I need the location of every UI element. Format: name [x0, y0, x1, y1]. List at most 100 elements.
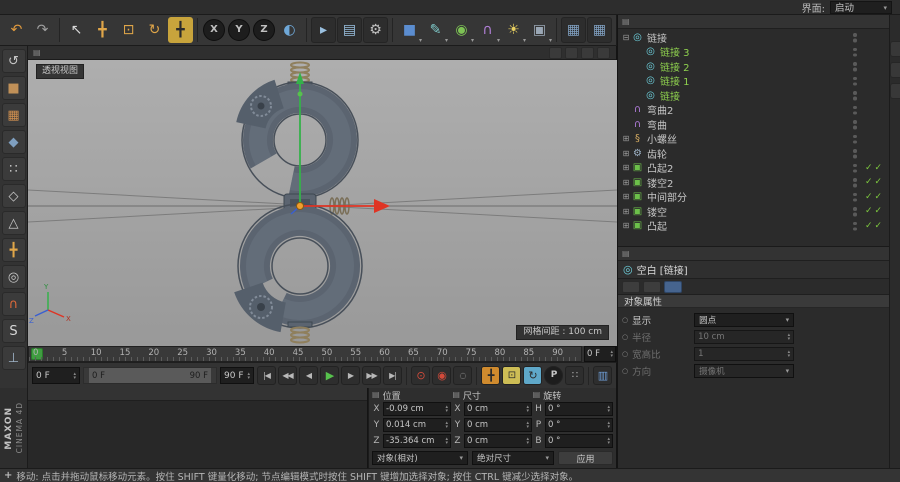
tree-item-cutout-2[interactable]: ⊞ ▣ 镂空2 ✓✓ [618, 175, 889, 190]
go-to-next-key-button[interactable]: ▶▶ [362, 366, 381, 385]
expand-icon[interactable]: ⊞ [621, 207, 631, 216]
tree-item-gear[interactable]: ⊞ ⚙ 齿轮 [618, 146, 889, 161]
animation-palette-button[interactable]: ▥ [593, 366, 612, 385]
lock-workplane-button[interactable]: ⊥ [1, 346, 26, 370]
stepper-icon[interactable] [247, 372, 250, 380]
render-picture-viewer-button[interactable]: ▤ ▾ [337, 17, 362, 43]
dock-tab-takes[interactable] [890, 41, 900, 57]
panel-menu-icon[interactable] [622, 248, 633, 259]
toolbar-separator[interactable]: ▾ [392, 18, 393, 42]
tab-object[interactable] [664, 280, 682, 293]
coord-mode-select[interactable]: 对象(相对) [372, 451, 468, 465]
rotation-h-field[interactable]: 0 ° [545, 402, 613, 416]
position-y-field[interactable]: 0.014 cm [383, 418, 451, 432]
expand-icon[interactable]: ⊞ [621, 134, 631, 143]
bend-deformer-button[interactable]: ∩ ▾ [475, 17, 500, 44]
preview-range-slider[interactable]: 0 F 90 F [83, 367, 217, 384]
visibility-dots-icon[interactable] [853, 222, 857, 231]
interface-select[interactable]: 启动 [830, 0, 892, 14]
zoom-view-icon[interactable] [565, 46, 578, 59]
stepper-icon[interactable] [73, 372, 76, 380]
undo-button[interactable]: ↶ ▾ [4, 17, 29, 43]
expand-icon[interactable]: ⊞ [621, 192, 631, 201]
timeline-ruler[interactable]: 0 5 10 15 20 25 30 35 40 45 50 55 60 65 70 75 80 85 90 [28, 346, 582, 362]
cube-primitive-button[interactable]: ■ ▾ [397, 17, 422, 44]
polygons-mode-button[interactable]: △ [1, 211, 26, 235]
coordinate-system-button[interactable]: ◐ ▾ [277, 17, 302, 43]
tree-item-link-child[interactable]: ◎ 链接 [618, 88, 889, 103]
object-origin-handle[interactable] [296, 202, 304, 210]
light-object-button[interactable]: ☀ ▾ [501, 17, 526, 44]
tree-item-middle-part[interactable]: ⊞ ▣ 中间部分 ✓✓ [618, 190, 889, 204]
expand-icon[interactable]: ⊞ [621, 149, 631, 158]
enable-checks[interactable]: ✓✓ [865, 192, 889, 202]
rotate-tool-button[interactable]: ↻ ▾ [142, 17, 167, 43]
record-parameter-toggle[interactable]: P [544, 366, 563, 385]
points-mode-button[interactable]: ∷ [1, 157, 26, 181]
go-to-end-button[interactable]: ▶| [383, 366, 402, 385]
start-frame-field[interactable]: 0 F [32, 367, 80, 384]
visibility-dots-icon[interactable] [853, 207, 857, 216]
render-view-button[interactable]: ▸ ▾ [311, 17, 336, 43]
dock-tab-content-browser[interactable] [890, 62, 900, 78]
transport-separator[interactable] [588, 366, 589, 385]
stepper-icon[interactable] [610, 350, 613, 358]
transport-separator[interactable] [406, 366, 407, 385]
tree-item-link-1[interactable]: ◎ 链接 1 [618, 74, 889, 88]
position-z-field[interactable]: -35.364 cm [383, 434, 451, 448]
quantize-mode-button[interactable]: S [1, 319, 26, 343]
lock-y-axis-button[interactable]: Y ▾ [228, 19, 250, 41]
record-position-toggle[interactable]: ╋ [481, 366, 500, 385]
expand-icon[interactable]: ⊞ [621, 178, 631, 187]
visibility-dots-icon[interactable] [853, 77, 857, 86]
tree-item-bend[interactable]: ∩ 弯曲 [618, 117, 889, 132]
size-z-field[interactable]: 0 cm [464, 434, 532, 448]
record-pla-toggle[interactable]: ∷ [565, 366, 584, 385]
tree-item-bulge[interactable]: ⊞ ▣ 凸起 ✓✓ [618, 219, 889, 233]
visibility-dots-icon[interactable] [853, 149, 857, 158]
visibility-dots-icon[interactable] [853, 33, 857, 42]
toolbar-separator[interactable]: ▾ [556, 18, 557, 42]
panel-menu-icon[interactable] [622, 16, 633, 27]
toolbar-separator[interactable]: ▾ [59, 18, 60, 42]
visibility-dots-icon[interactable] [853, 178, 857, 187]
visibility-dots-icon[interactable] [853, 120, 857, 129]
apply-button[interactable]: 应用 [558, 451, 613, 465]
end-frame-field[interactable]: 90 F [220, 367, 254, 384]
tree-item-link-2[interactable]: ◎ 链接 2 [618, 59, 889, 74]
position-x-field[interactable]: -0.09 cm [383, 402, 451, 416]
tree-item-link-3[interactable]: ◎ 链接 3 [618, 45, 889, 59]
edges-mode-button[interactable]: ◇ [1, 184, 26, 208]
tab-basic[interactable] [622, 280, 640, 293]
enable-checks[interactable]: ✓✓ [865, 177, 889, 187]
viewport-layout-2-button[interactable]: ▦ ▾ [587, 17, 612, 43]
enable-checks[interactable]: ✓✓ [865, 163, 889, 173]
expand-icon[interactable]: ⊟ [621, 33, 631, 42]
anim-dot-icon[interactable] [622, 314, 628, 325]
toolbar-separator[interactable]: ▾ [197, 18, 198, 42]
lock-z-axis-button[interactable]: Z ▾ [253, 19, 275, 41]
viewport-canvas[interactable]: Y X Z 透视视图 网格间距 : 100 cm [28, 60, 617, 346]
lock-x-axis-button[interactable]: X ▾ [203, 19, 225, 41]
go-to-start-button[interactable]: |◀ [257, 366, 276, 385]
dock-tab-structure[interactable] [890, 83, 900, 99]
rotation-b-field[interactable]: 0 ° [545, 434, 613, 448]
visibility-dots-icon[interactable] [853, 164, 857, 173]
transport-separator[interactable] [476, 366, 477, 385]
edit-render-settings-button[interactable]: ⚙ ▾ [363, 17, 388, 43]
enable-checks[interactable]: ✓✓ [865, 221, 889, 231]
solo-mode-button[interactable]: ◎ [1, 265, 26, 289]
subdivision-surface-button[interactable]: ◉ ▾ [449, 17, 474, 44]
pan-view-icon[interactable] [549, 46, 562, 59]
visibility-dots-icon[interactable] [853, 135, 857, 144]
make-editable-button[interactable]: ↺ [1, 49, 26, 73]
tree-item-small-screw[interactable]: ⊞ § 小螺丝 [618, 132, 889, 146]
workplane-mode-button[interactable]: ◆ [1, 130, 26, 154]
live-selection-button[interactable]: ↖ ▾ [64, 17, 89, 43]
enable-axis-button[interactable]: ╋ [1, 238, 26, 262]
scale-tool-button[interactable]: ⊡ ▾ [116, 17, 141, 43]
tree-item-link[interactable]: ⊟ ◎ 链接 [618, 30, 889, 45]
go-to-previous-frame-button[interactable]: ◀ [299, 366, 318, 385]
expand-icon[interactable]: ⊞ [621, 163, 631, 172]
pen-spline-button[interactable]: ✎ ▾ [423, 17, 448, 44]
